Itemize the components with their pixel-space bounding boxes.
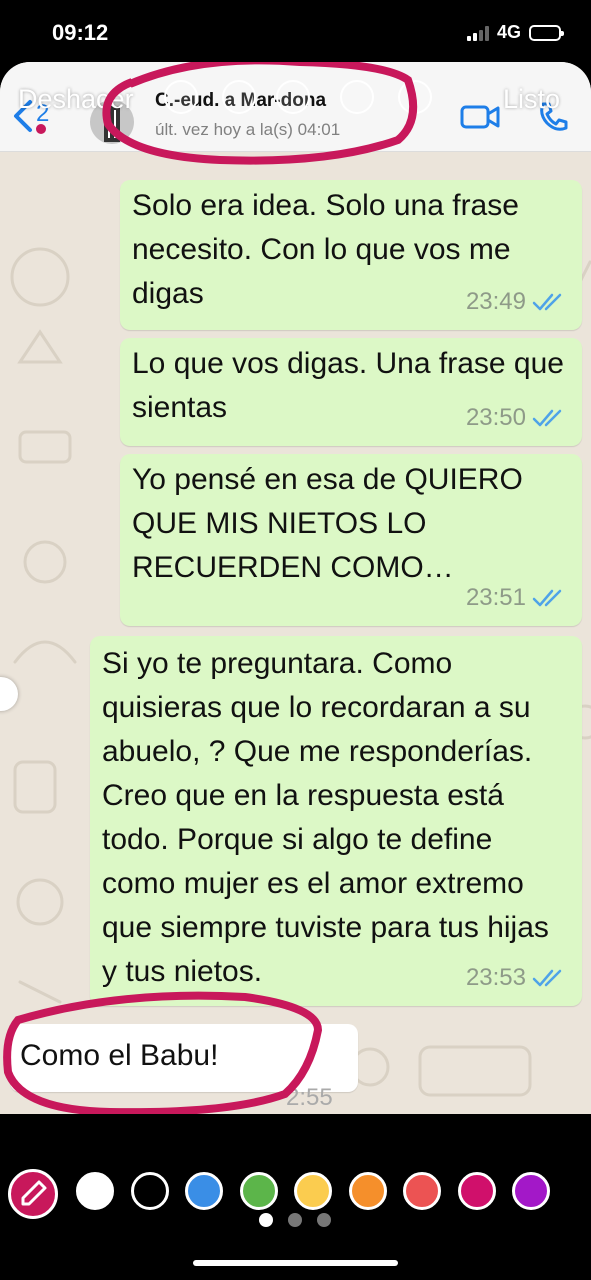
color-swatch[interactable] — [403, 1172, 441, 1210]
color-swatch[interactable] — [294, 1172, 332, 1210]
network-label: 4G — [496, 22, 521, 42]
color-swatch[interactable] — [239, 1172, 278, 1210]
drawing-overlay — [3, 62, 418, 1114]
message-scribble — [3, 991, 323, 1114]
story-canvas[interactable]: 2 C.-eud. a Mar-dona últ. vez hoy a la(s… — [0, 62, 591, 1114]
color-swatch[interactable] — [185, 1172, 223, 1210]
page-indicator-dot — [288, 1213, 302, 1227]
color-swatch[interactable] — [457, 1172, 496, 1210]
eyedropper-icon[interactable] — [8, 1169, 58, 1219]
battery-icon — [529, 24, 564, 41]
color-swatch[interactable] — [76, 1172, 114, 1210]
status-time: 09:12 — [52, 20, 109, 45]
color-swatch[interactable] — [512, 1172, 550, 1210]
page-indicator-dot — [317, 1213, 331, 1227]
signal-icon — [466, 25, 489, 41]
status-bar: 09:12 4G — [0, 0, 591, 62]
page-indicator-dot — [259, 1213, 273, 1227]
header-scribble — [102, 62, 418, 165]
color-swatch[interactable] — [130, 1172, 169, 1210]
color-swatch[interactable] — [348, 1172, 387, 1210]
status-indicators: 4G — [466, 22, 564, 43]
home-indicator — [193, 1260, 398, 1266]
